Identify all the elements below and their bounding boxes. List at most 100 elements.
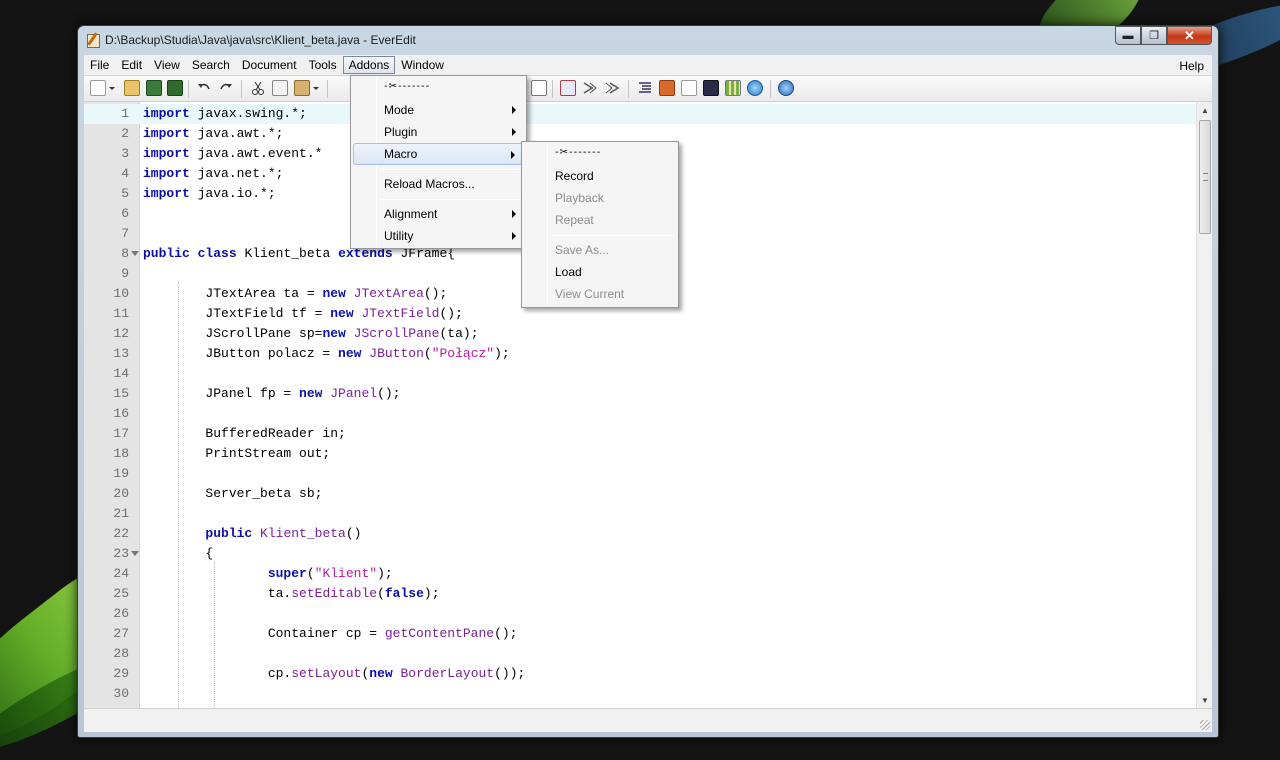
- paste-icon[interactable]: [294, 80, 310, 96]
- open-folder-icon[interactable]: [124, 80, 140, 96]
- menu-item-macro[interactable]: Macro: [353, 143, 524, 165]
- tearoff-line[interactable]: -✂-------: [555, 147, 601, 159]
- menu-search[interactable]: Search: [186, 56, 236, 74]
- code-line[interactable]: 24 super("Klient");: [84, 564, 1196, 584]
- monitor-icon[interactable]: [703, 80, 719, 96]
- menu-file[interactable]: File: [84, 56, 115, 74]
- browser-icon[interactable]: [747, 80, 763, 96]
- submenu-arrow-icon: [512, 128, 516, 136]
- menu-tools[interactable]: Tools: [303, 56, 343, 74]
- code-line[interactable]: 18 PrintStream out;: [84, 444, 1196, 464]
- scroll-up-arrow-icon[interactable]: ▲: [1197, 102, 1213, 118]
- code-line[interactable]: 26: [84, 604, 1196, 624]
- menu-help[interactable]: Help: [1175, 57, 1208, 75]
- menu-document[interactable]: Document: [236, 56, 303, 74]
- code-line[interactable]: 20 Server_beta sb;: [84, 484, 1196, 504]
- code-line[interactable]: 22 public Klient_beta(): [84, 524, 1196, 544]
- code-line[interactable]: 1 import javax.swing.*;: [84, 104, 1196, 124]
- line-number: 20: [113, 486, 129, 501]
- menu-edit[interactable]: Edit: [115, 56, 148, 74]
- menu-item-load[interactable]: Load: [524, 261, 676, 283]
- redo-icon[interactable]: [218, 80, 234, 96]
- code-line[interactable]: 16: [84, 404, 1196, 424]
- menu-item-utility[interactable]: Utility: [353, 225, 524, 247]
- code-text: JTextArea ta = new JTextArea();: [143, 286, 448, 301]
- code-line[interactable]: 28: [84, 644, 1196, 664]
- status-bar: [84, 708, 1212, 732]
- code-line[interactable]: 21: [84, 504, 1196, 524]
- save-icon[interactable]: [146, 80, 162, 96]
- title-bar[interactable]: D:\Backup\Studia\Java\java\src\Klient_be…: [78, 26, 1218, 56]
- menu-view[interactable]: View: [148, 56, 186, 74]
- menu-item-repeat: Repeat: [555, 213, 594, 227]
- close-button[interactable]: ✕: [1167, 26, 1212, 45]
- line-number: 22: [113, 526, 129, 541]
- code-line[interactable]: 29 cp.setLayout(new BorderLayout());: [84, 664, 1196, 684]
- maximize-button[interactable]: ❐: [1141, 26, 1167, 45]
- menu-item-alignment[interactable]: Alignment: [353, 203, 524, 225]
- fold-toggle-icon[interactable]: [131, 251, 139, 256]
- code-line[interactable]: 12 JScrollPane sp=new JScrollPane(ta);: [84, 324, 1196, 344]
- vertical-scrollbar[interactable]: ▲ ▼: [1196, 102, 1212, 708]
- line-number: 15: [113, 386, 129, 401]
- line-number: 29: [113, 666, 129, 681]
- code-text: cp.setLayout(new BorderLayout());: [143, 666, 526, 681]
- line-number: 30: [113, 686, 129, 701]
- code-line[interactable]: 25 ta.setEditable(false);: [84, 584, 1196, 604]
- menu-item-reload-macros[interactable]: Reload Macros...: [353, 173, 524, 195]
- line-number: 19: [113, 466, 129, 481]
- window-title: D:\Backup\Studia\Java\java\src\Klient_be…: [105, 33, 416, 47]
- line-number: 21: [113, 506, 129, 521]
- list-icon[interactable]: [637, 80, 653, 96]
- copy-icon[interactable]: [272, 80, 288, 96]
- wrap-icon[interactable]: [560, 80, 576, 96]
- code-line[interactable]: 15 JPanel fp = new JPanel();: [84, 384, 1196, 404]
- minimize-button[interactable]: ▬: [1115, 26, 1141, 45]
- line-number: 23: [113, 546, 129, 561]
- code-line[interactable]: 17 BufferedReader in;: [84, 424, 1196, 444]
- undo-icon[interactable]: [196, 80, 212, 96]
- hex-icon[interactable]: [531, 80, 547, 96]
- line-number: 1: [121, 106, 129, 121]
- code-line[interactable]: 13 JButton polacz = new JButton("Połącz"…: [84, 344, 1196, 364]
- submenu-arrow-icon: [512, 210, 516, 218]
- save-all-icon[interactable]: [167, 80, 183, 96]
- code-line[interactable]: 19: [84, 464, 1196, 484]
- fold-toggle-icon[interactable]: [131, 551, 139, 556]
- code-line[interactable]: 23 {: [84, 544, 1196, 564]
- menu-addons[interactable]: Addons: [342, 56, 396, 74]
- code-text: import java.net.*;: [143, 166, 284, 181]
- tearoff-line[interactable]: -✂-------: [384, 81, 430, 93]
- cut-icon[interactable]: [250, 80, 266, 96]
- menu-item-mode[interactable]: Mode: [353, 99, 524, 121]
- menu-item-record[interactable]: Record: [524, 165, 676, 187]
- window-icon[interactable]: [681, 80, 697, 96]
- scroll-down-arrow-icon[interactable]: ▼: [1197, 692, 1213, 708]
- image-icon[interactable]: [659, 80, 675, 96]
- scroll-thumb[interactable]: [1199, 120, 1211, 234]
- dropdown-arrow-icon[interactable]: [108, 80, 116, 96]
- paste-dropdown-icon[interactable]: [312, 80, 320, 96]
- indent-icon[interactable]: [582, 80, 598, 96]
- new-file-icon[interactable]: [90, 80, 106, 96]
- code-line[interactable]: 14: [84, 364, 1196, 384]
- line-number: 25: [113, 586, 129, 601]
- code-text: BufferedReader in;: [143, 426, 346, 441]
- help-icon[interactable]: [778, 80, 794, 96]
- line-number: 11: [113, 306, 129, 321]
- code-line[interactable]: 30: [84, 684, 1196, 704]
- code-text: Container cp = getContentPane();: [143, 626, 518, 641]
- grid-icon[interactable]: [725, 80, 741, 96]
- menu-item-plugin[interactable]: Plugin: [353, 121, 524, 143]
- outdent-icon[interactable]: [604, 80, 620, 96]
- editor-window: D:\Backup\Studia\Java\java\src\Klient_be…: [77, 25, 1219, 738]
- menu-separator: [381, 169, 522, 170]
- code-line[interactable]: 27 Container cp = getContentPane();: [84, 624, 1196, 644]
- menu-window[interactable]: Window: [395, 56, 450, 74]
- menu-item-view-current: View Current: [555, 287, 625, 301]
- line-number: 14: [113, 366, 129, 381]
- line-number: 28: [113, 646, 129, 661]
- line-number: 10: [113, 286, 129, 301]
- resize-grip-icon[interactable]: [1200, 720, 1210, 730]
- code-text: import java.awt.*;: [143, 126, 284, 141]
